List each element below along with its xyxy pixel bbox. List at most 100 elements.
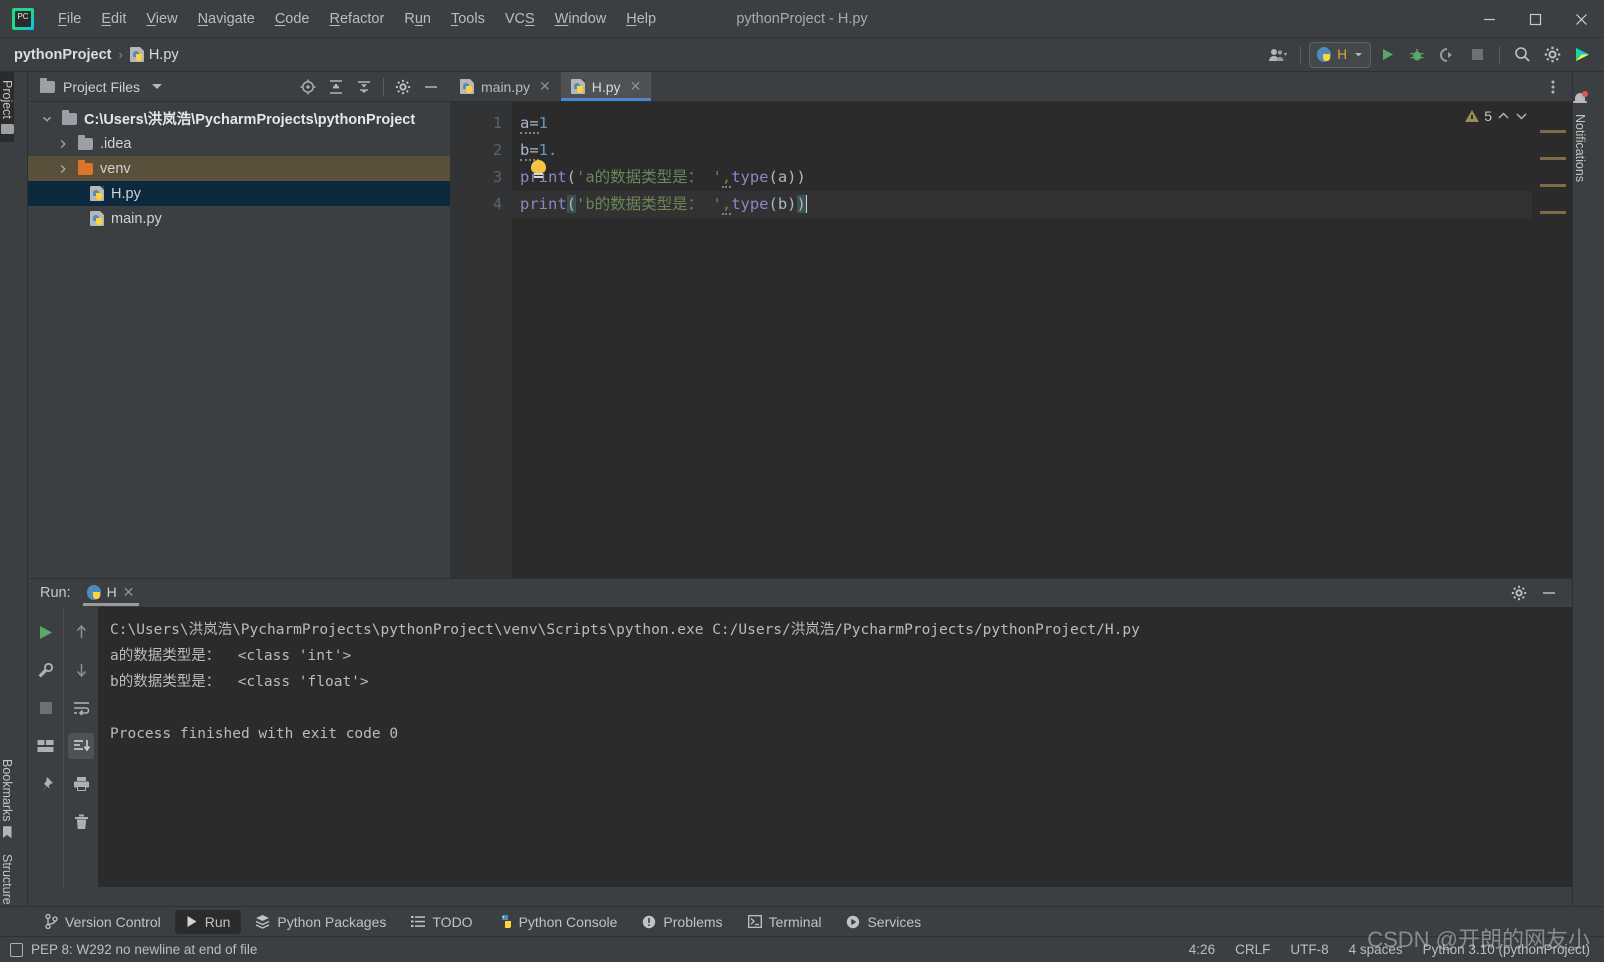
rerun-icon[interactable]: [33, 619, 59, 645]
print-icon[interactable]: [68, 771, 94, 797]
inspection-mark[interactable]: [1540, 211, 1566, 214]
tab-label-main-py: main.py: [481, 78, 531, 95]
next-problem-icon[interactable]: [1515, 111, 1528, 121]
line-separator[interactable]: CRLF: [1235, 942, 1270, 957]
file-encoding[interactable]: UTF-8: [1290, 942, 1328, 957]
rail-tab-project[interactable]: Project: [0, 72, 14, 142]
run-console-output[interactable]: C:\Users\洪岚浩\PycharmProjects\pythonProje…: [98, 607, 1572, 887]
intention-bulb-icon[interactable]: [530, 160, 547, 179]
close-icon[interactable]: ✕: [123, 584, 135, 601]
folder-icon: [78, 134, 93, 150]
tree-row-idea[interactable]: .idea: [28, 131, 450, 156]
indent-setting[interactable]: 4 spaces: [1349, 942, 1403, 957]
inspection-marker-bar[interactable]: [1532, 102, 1572, 578]
trash-icon[interactable]: [68, 809, 94, 835]
locate-icon[interactable]: [295, 75, 321, 99]
collapse-all-icon[interactable]: [351, 75, 377, 99]
menu-file[interactable]: File: [48, 7, 91, 31]
gear-icon[interactable]: [1538, 42, 1566, 68]
hide-icon[interactable]: [418, 75, 444, 99]
gear-icon[interactable]: [390, 75, 416, 99]
menu-window[interactable]: Window: [545, 7, 617, 31]
menu-code[interactable]: Code: [265, 7, 320, 31]
down-icon[interactable]: [68, 657, 94, 683]
close-icon[interactable]: ✕: [630, 78, 642, 95]
soft-wrap-icon[interactable]: [68, 695, 94, 721]
wrench-icon[interactable]: [33, 657, 59, 683]
tool-tab-services[interactable]: Services: [835, 910, 932, 934]
tool-tab-terminal[interactable]: Terminal: [737, 910, 833, 934]
tool-tab-problems[interactable]: Problems: [631, 910, 733, 934]
chevron-down-icon[interactable]: [152, 84, 163, 89]
previous-problem-icon[interactable]: [1497, 111, 1510, 121]
right-tool-rail: Notifications: [1572, 72, 1604, 962]
tree-arrow-collapsed[interactable]: [58, 139, 72, 149]
search-icon[interactable]: [1508, 42, 1536, 68]
inspection-summary[interactable]: 5: [1465, 108, 1528, 124]
menu-run[interactable]: Run: [394, 7, 441, 31]
menu-help[interactable]: Help: [616, 7, 666, 31]
tool-tab-version-control[interactable]: Version Control: [34, 910, 172, 934]
expand-all-icon[interactable]: [323, 75, 349, 99]
stop-button[interactable]: [1463, 42, 1491, 68]
debug-button[interactable]: [1403, 42, 1431, 68]
rail-tab-bookmarks[interactable]: Bookmarks: [0, 751, 14, 847]
maximize-button[interactable]: [1512, 0, 1558, 38]
tool-tab-python-packages[interactable]: Python Packages: [244, 910, 397, 934]
tree-row-venv[interactable]: venv: [28, 156, 450, 181]
menu-refactor[interactable]: Refactor: [320, 7, 395, 31]
code-line-3: print('a的数据类型是： ',type(a)): [520, 168, 806, 188]
rail-label-structure: Structure: [0, 854, 14, 905]
tree-row-root[interactable]: C:\Users\洪岚浩\PycharmProjects\pythonProje…: [28, 106, 450, 131]
menu-vcs[interactable]: VCS: [495, 7, 545, 31]
run-button[interactable]: [1373, 42, 1401, 68]
tree-label-root: C:\Users\洪岚浩\PycharmProjects\pythonProje…: [84, 112, 416, 128]
rail-tab-notifications[interactable]: Notifications: [1573, 76, 1588, 190]
run-configuration-selector[interactable]: H: [1309, 41, 1371, 68]
tab-main-py[interactable]: main.py ✕: [450, 72, 561, 101]
account-icon[interactable]: [1264, 42, 1292, 68]
tree-label-h-py: H.py: [111, 185, 141, 202]
tree-arrow-expanded[interactable]: [42, 114, 56, 124]
tool-tab-python-console[interactable]: Python Console: [487, 910, 629, 934]
tree-arrow-collapsed[interactable]: [58, 164, 72, 174]
inspection-mark[interactable]: [1540, 184, 1566, 187]
code-editor[interactable]: 1 2 3 4 a=1 b=1. print('a的数据类型是： ',type(…: [450, 102, 1572, 578]
menu-edit[interactable]: Edit: [91, 7, 136, 31]
project-panel-title[interactable]: Project Files: [63, 79, 140, 95]
gear-icon[interactable]: [1506, 581, 1532, 605]
menu-view[interactable]: View: [136, 7, 187, 31]
layout-icon[interactable]: [33, 733, 59, 759]
ide-assistant-icon[interactable]: [1568, 42, 1596, 68]
inspection-mark[interactable]: [1540, 157, 1566, 160]
close-icon[interactable]: ✕: [539, 78, 551, 95]
inspection-mark[interactable]: [1540, 130, 1566, 133]
breadcrumb-file[interactable]: H.py: [149, 47, 179, 63]
up-icon[interactable]: [68, 619, 94, 645]
run-panel-body: C:\Users\洪岚浩\PycharmProjects\pythonProje…: [28, 607, 1572, 887]
minimize-button[interactable]: [1466, 0, 1512, 38]
breadcrumb-project[interactable]: pythonProject: [14, 47, 111, 63]
close-button[interactable]: [1558, 0, 1604, 38]
tree-row-main-py[interactable]: main.py: [28, 206, 450, 231]
scroll-to-end-icon[interactable]: [68, 733, 94, 759]
hide-icon[interactable]: [1536, 581, 1562, 605]
menu-navigate[interactable]: Navigate: [188, 7, 265, 31]
inspection-icon[interactable]: [10, 942, 23, 957]
python-interpreter[interactable]: Python 3.10 (pythonProject): [1423, 942, 1590, 957]
tree-row-h-py[interactable]: H.py: [28, 181, 450, 206]
stop-icon[interactable]: [33, 695, 59, 721]
code-text-area[interactable]: a=1 b=1. print('a的数据类型是： ',type(a)) prin…: [512, 102, 1572, 578]
python-file-icon: [86, 584, 101, 600]
caret-position[interactable]: 4:26: [1189, 942, 1215, 957]
run-coverage-button[interactable]: [1433, 42, 1461, 68]
menu-tools[interactable]: Tools: [441, 7, 495, 31]
pin-icon[interactable]: [33, 771, 59, 797]
tool-tab-todo[interactable]: TODO: [400, 910, 483, 934]
tool-tab-run[interactable]: Run: [174, 909, 242, 934]
tree-label-idea: .idea: [100, 135, 132, 152]
python-file-icon: [90, 211, 104, 226]
tab-h-py[interactable]: H.py ✕: [560, 72, 652, 101]
more-options-icon[interactable]: [1540, 75, 1566, 99]
run-tab-h[interactable]: H ✕: [82, 584, 139, 606]
